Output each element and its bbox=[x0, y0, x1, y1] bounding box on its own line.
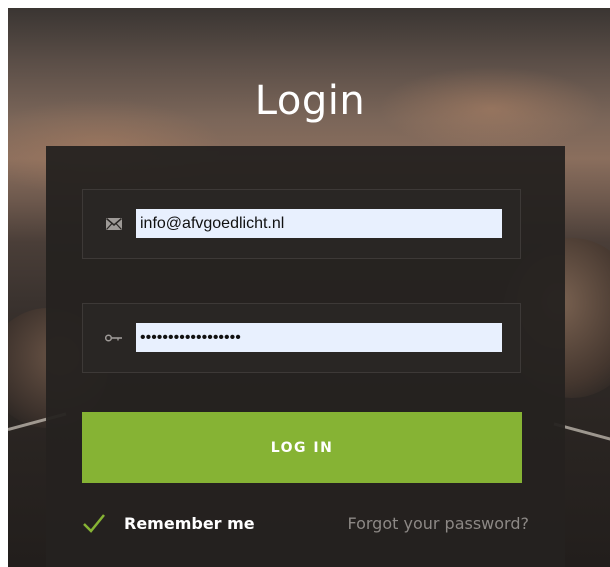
remember-me-label: Remember me bbox=[124, 513, 255, 533]
page-title: Login bbox=[254, 78, 366, 124]
background-scene: Login LOG IN bbox=[8, 8, 610, 567]
login-panel: LOG IN Remember me Forgot your password? bbox=[46, 146, 565, 567]
password-field-container bbox=[82, 303, 521, 373]
remember-me-checkbox[interactable]: Remember me bbox=[82, 511, 255, 535]
key-icon bbox=[105, 330, 123, 346]
forgot-password-link[interactable]: Forgot your password? bbox=[347, 514, 529, 533]
checkmark-icon[interactable] bbox=[82, 511, 106, 535]
email-input[interactable] bbox=[136, 209, 502, 238]
login-button[interactable]: LOG IN bbox=[82, 412, 522, 483]
password-input[interactable] bbox=[136, 323, 502, 352]
envelope-icon bbox=[105, 216, 123, 232]
email-field-container bbox=[82, 189, 521, 259]
